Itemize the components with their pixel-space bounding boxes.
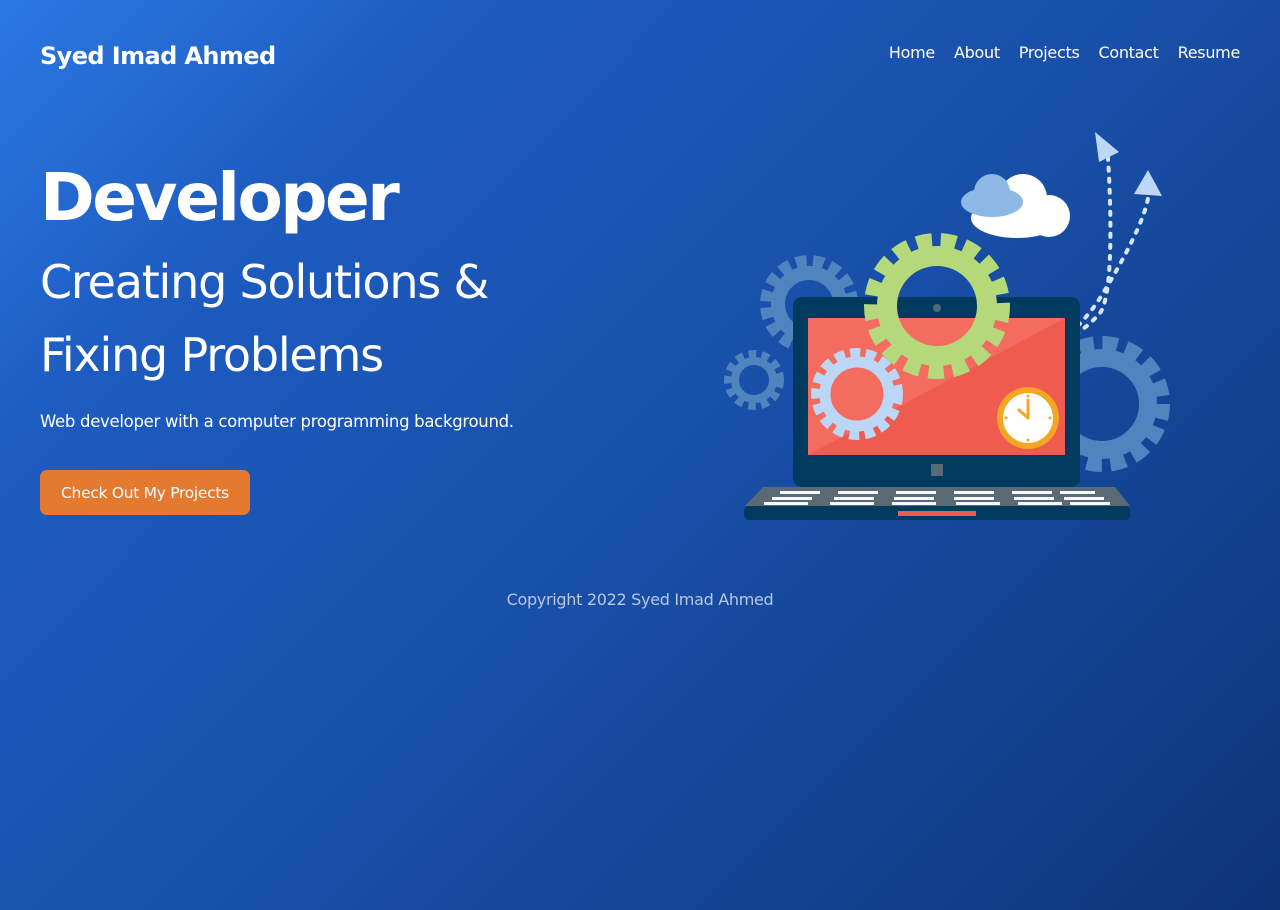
nav-about-link[interactable]: About — [954, 43, 1000, 62]
footer-copyright: Copyright 2022 Syed Imad Ahmed — [506, 590, 774, 609]
cloud-icon — [961, 174, 1070, 238]
site-brand[interactable]: Syed Imad Ahmed — [40, 40, 276, 72]
hero-title: Developer — [40, 159, 400, 236]
nav-resume-link[interactable]: Resume — [1178, 43, 1241, 62]
main-nav: Home About Projects Contact Resume — [889, 40, 1240, 64]
check-out-projects-button[interactable]: Check Out My Projects — [40, 470, 250, 515]
developer-illustration — [724, 132, 1170, 520]
hero-description: Web developer with a computer programmin… — [40, 412, 514, 431]
nav-home-link[interactable]: Home — [889, 43, 935, 62]
nav-contact-link[interactable]: Contact — [1098, 43, 1158, 62]
nav-projects-link[interactable]: Projects — [1019, 43, 1080, 62]
hero-subtitle: Creating Solutions & Fixing Problems — [40, 255, 489, 382]
clock-icon — [997, 387, 1059, 449]
gear-icon — [724, 350, 784, 410]
